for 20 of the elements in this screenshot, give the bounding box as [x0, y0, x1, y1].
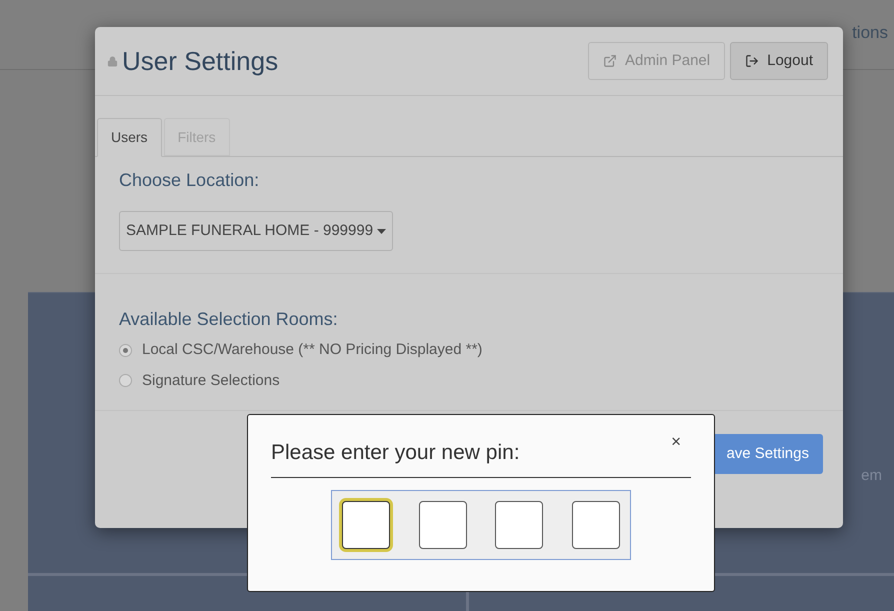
modal-title: User Settings: [122, 44, 278, 78]
pin-digit-field[interactable]: [342, 500, 390, 548]
pin-digit-field[interactable]: [418, 500, 467, 548]
caret-icon: [377, 228, 386, 234]
field-label: Choose Location:: [119, 169, 260, 192]
tab[interactable]: Users: [97, 118, 162, 157]
dialog-title: Please enter your new pin:: [271, 440, 520, 466]
radio-button[interactable]: [119, 344, 132, 357]
logout-button[interactable]: Logout: [730, 42, 828, 80]
pin-digit-field[interactable]: [572, 500, 620, 548]
logout-icon: [745, 54, 760, 68]
external-link-icon: [603, 54, 618, 68]
pin-digit-field[interactable]: [495, 500, 544, 548]
field-label: Available Selection Rooms:: [119, 308, 339, 331]
close-button[interactable]: ×: [671, 429, 681, 454]
lock-icon: [107, 56, 118, 66]
radio-button[interactable]: [119, 374, 132, 388]
location-dropdown[interactable]: SAMPLE FUNERAL HOME - 999999: [119, 211, 394, 251]
radio-label: Local CSC/Warehouse (** NO Pricing Displayed **): [142, 340, 482, 360]
radio-label: Signature Selections: [142, 370, 280, 390]
